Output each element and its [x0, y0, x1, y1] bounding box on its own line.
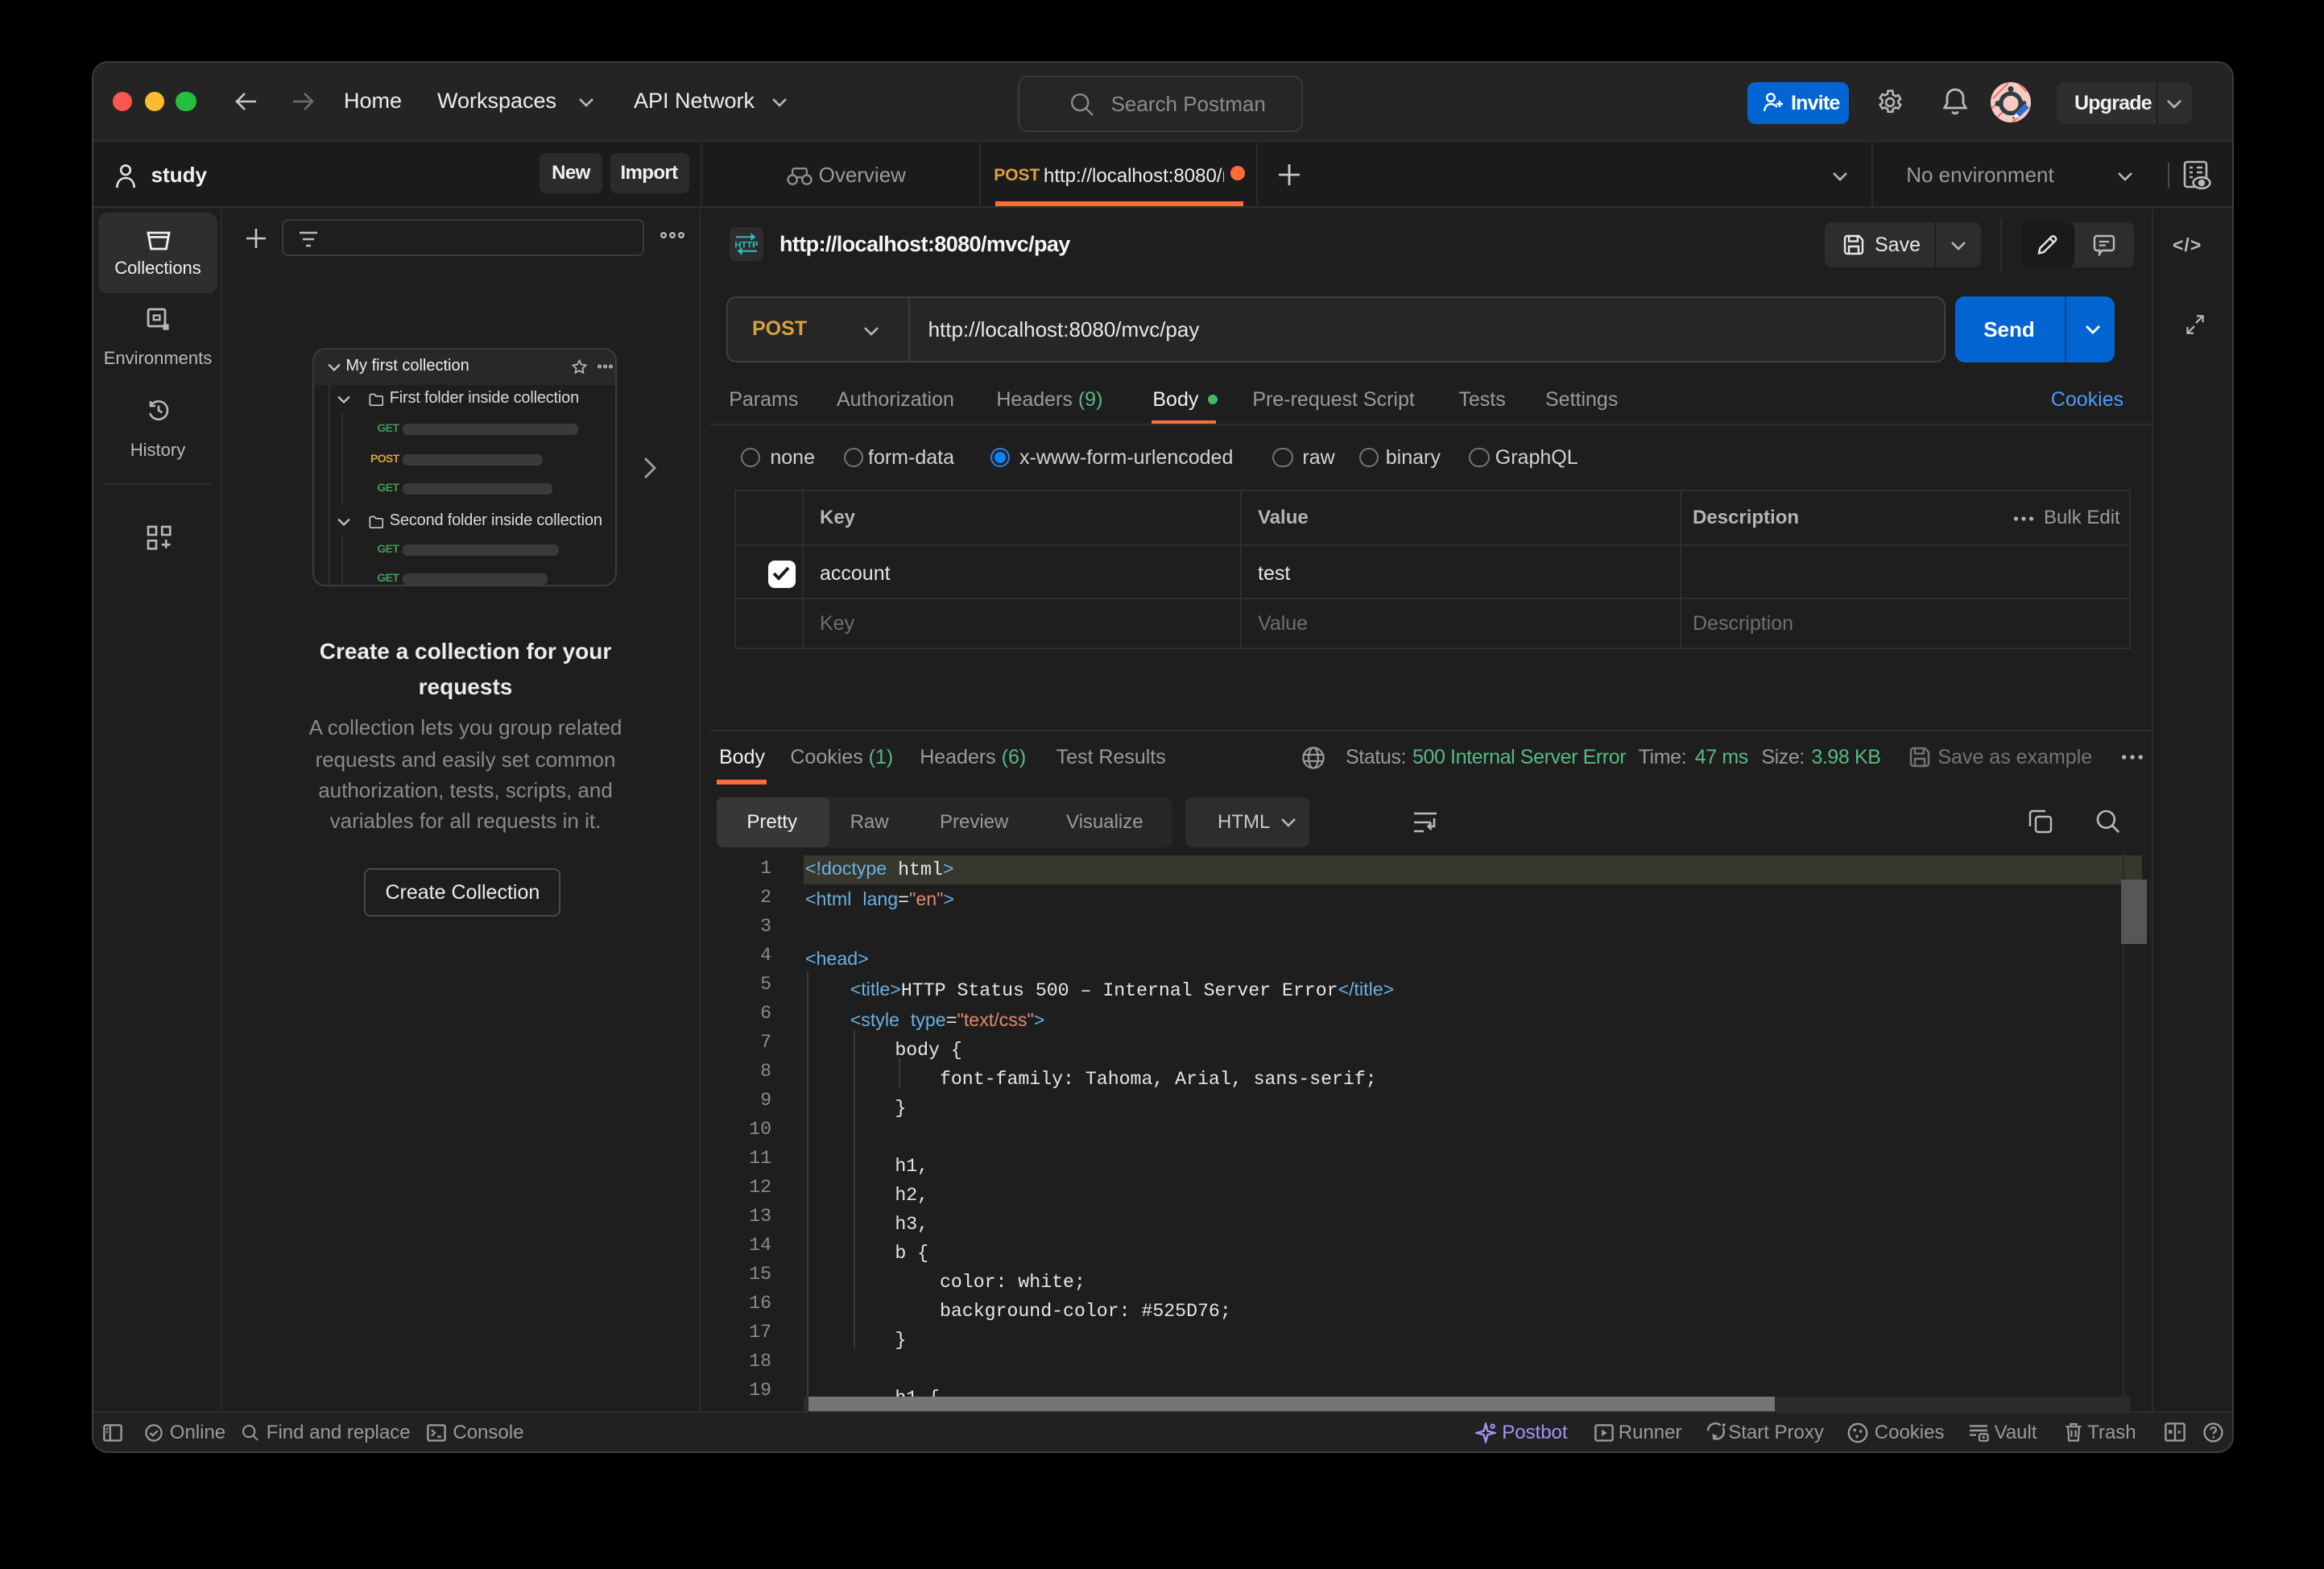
- svg-text:HTTP: HTTP: [734, 240, 759, 250]
